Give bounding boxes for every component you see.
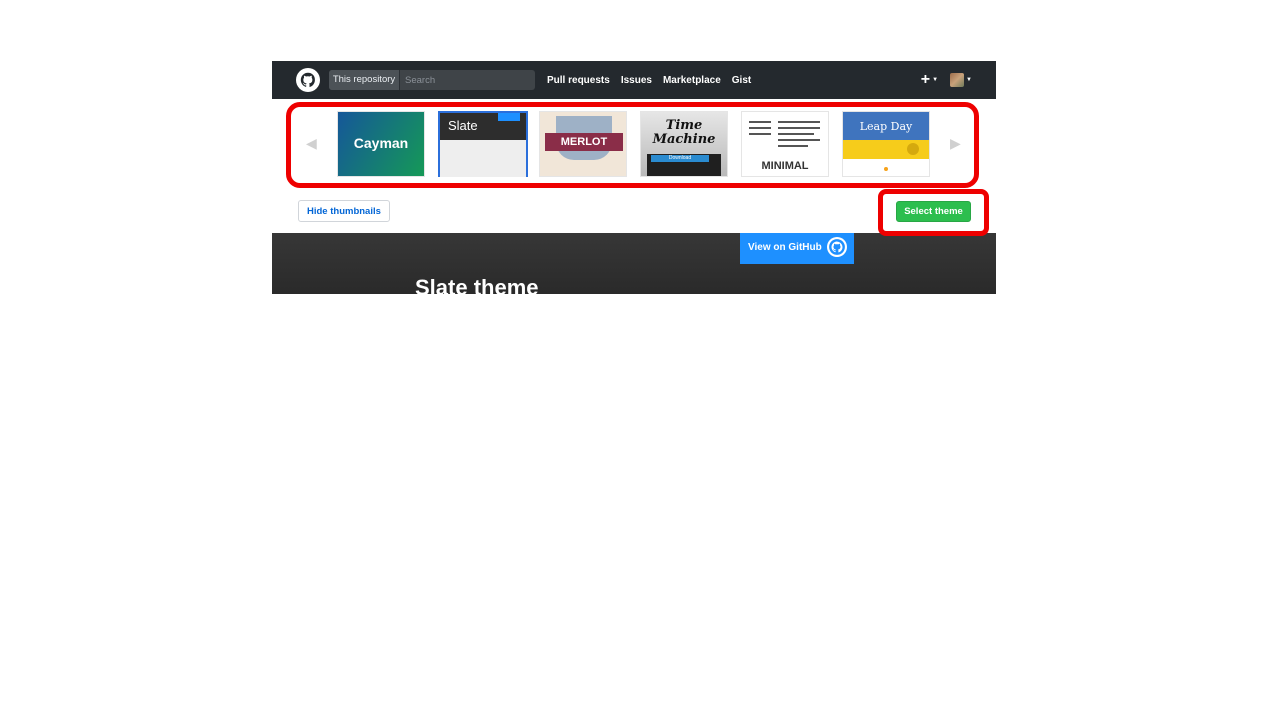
- github-logo-icon[interactable]: [296, 68, 320, 92]
- nav-marketplace[interactable]: Marketplace: [663, 75, 721, 86]
- search-input[interactable]: [401, 70, 535, 90]
- page-title: Slate theme: [415, 275, 539, 294]
- user-menu-button[interactable]: ▼: [950, 71, 972, 89]
- nav-pull-requests[interactable]: Pull requests: [547, 75, 610, 86]
- header-right: + ▼ ▼: [921, 61, 972, 99]
- annotation-highlight-select-theme: [878, 189, 989, 236]
- view-on-github-button[interactable]: View on GitHub: [740, 233, 854, 264]
- chevron-down-icon: ▼: [966, 76, 972, 83]
- view-on-github-label: View on GitHub: [748, 242, 822, 253]
- new-menu-button[interactable]: + ▼: [921, 71, 938, 89]
- nav-issues[interactable]: Issues: [621, 75, 652, 86]
- header-nav: Pull requests Issues Marketplace Gist: [547, 61, 751, 99]
- github-octocat-icon: [827, 237, 847, 257]
- plus-icon: +: [920, 71, 931, 88]
- avatar: [950, 72, 965, 87]
- search-box: This repository: [329, 70, 535, 90]
- annotation-highlight-carousel: [286, 102, 979, 188]
- theme-preview: View on GitHub Slate theme: [272, 233, 996, 294]
- github-header: This repository Pull requests Issues Mar…: [272, 61, 996, 99]
- search-scope-label[interactable]: This repository: [329, 70, 400, 90]
- nav-gist[interactable]: Gist: [732, 75, 751, 86]
- chevron-down-icon: ▼: [932, 76, 939, 83]
- hide-thumbnails-button[interactable]: Hide thumbnails: [298, 200, 390, 222]
